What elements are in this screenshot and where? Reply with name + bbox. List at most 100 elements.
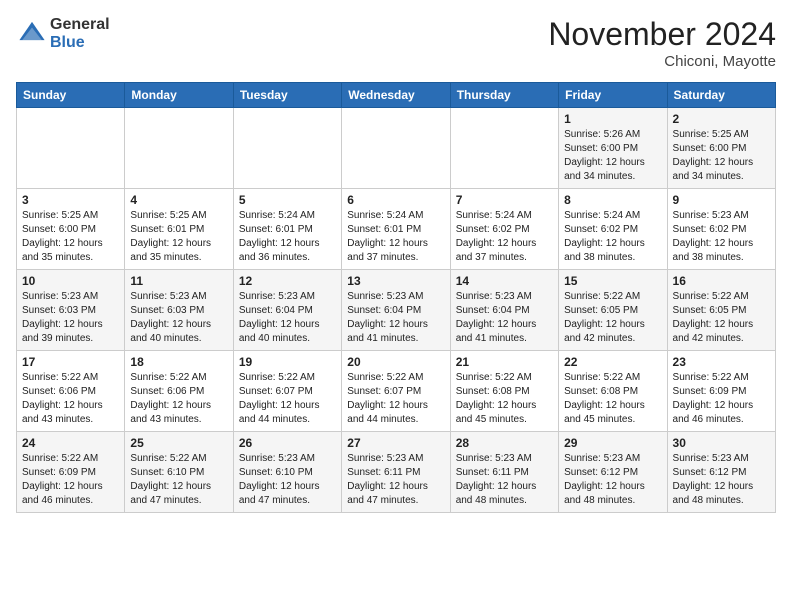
day-number: 21 (456, 355, 553, 369)
day-info: Sunrise: 5:22 AM Sunset: 6:09 PM Dayligh… (673, 371, 770, 427)
calendar-cell: 14 Sunrise: 5:23 AM Sunset: 6:04 PM Dayli… (450, 270, 558, 351)
day-info: Sunrise: 5:23 AM Sunset: 6:02 PM Dayligh… (673, 209, 770, 265)
calendar-cell: 15 Sunrise: 5:22 AM Sunset: 6:05 PM Dayli… (559, 270, 667, 351)
day-number: 8 (564, 193, 661, 207)
day-number: 11 (130, 274, 227, 288)
calendar-cell: 26 Sunrise: 5:23 AM Sunset: 6:10 PM Dayli… (233, 432, 341, 513)
calendar-cell: 24 Sunrise: 5:22 AM Sunset: 6:09 PM Dayli… (17, 432, 125, 513)
weekday-header-friday: Friday (559, 83, 667, 108)
logo-icon (18, 17, 46, 45)
calendar-cell (233, 108, 341, 189)
calendar-cell: 9 Sunrise: 5:23 AM Sunset: 6:02 PM Daylig… (667, 189, 775, 270)
day-info: Sunrise: 5:23 AM Sunset: 6:04 PM Dayligh… (456, 290, 553, 346)
calendar-cell: 28Sunrise: 5:23 AM Sunset: 6:11 PM Dayli… (450, 432, 558, 513)
day-number: 15 (564, 274, 661, 288)
day-number: 24 (22, 436, 119, 450)
calendar-cell: 18Sunrise: 5:22 AM Sunset: 6:06 PM Dayli… (125, 351, 233, 432)
calendar-cell (125, 108, 233, 189)
calendar-cell: 25Sunrise: 5:22 AM Sunset: 6:10 PM Dayli… (125, 432, 233, 513)
day-number: 2 (673, 112, 770, 126)
day-info: Sunrise: 5:23 AM Sunset: 6:03 PM Dayligh… (22, 290, 119, 346)
weekday-header-thursday: Thursday (450, 83, 558, 108)
calendar-cell: 10 Sunrise: 5:23 AM Sunset: 6:03 PM Dayli… (17, 270, 125, 351)
calendar-cell: 19 Sunrise: 5:22 AM Sunset: 6:07 PM Dayli… (233, 351, 341, 432)
day-info: Sunrise: 5:22 AM Sunset: 6:07 PM Dayligh… (239, 371, 336, 427)
calendar-cell: 29 Sunrise: 5:23 AM Sunset: 6:12 PM Dayli… (559, 432, 667, 513)
calendar-cell (342, 108, 450, 189)
location-subtitle: Chiconi, Mayotte (548, 53, 776, 70)
day-info: Sunrise: 5:23 AM Sunset: 6:12 PM Dayligh… (673, 452, 770, 508)
day-number: 9 (673, 193, 770, 207)
day-info: Sunrise: 5:23 AM Sunset: 6:04 PM Dayligh… (347, 290, 444, 346)
day-info: Sunrise: 5:22 AM Sunset: 6:08 PM Dayligh… (564, 371, 661, 427)
day-number: 29 (564, 436, 661, 450)
calendar-cell: 27Sunrise: 5:23 AM Sunset: 6:11 PM Dayli… (342, 432, 450, 513)
calendar-cell: 16 Sunrise: 5:22 AM Sunset: 6:05 PM Dayli… (667, 270, 775, 351)
day-info: Sunrise: 5:22 AM Sunset: 6:08 PM Dayligh… (456, 371, 553, 427)
day-info: Sunrise: 5:26 AM Sunset: 6:00 PM Dayligh… (564, 128, 661, 184)
day-number: 16 (673, 274, 770, 288)
calendar-cell: 13 Sunrise: 5:23 AM Sunset: 6:04 PM Dayli… (342, 270, 450, 351)
calendar-week-row: 1Sunrise: 5:26 AM Sunset: 6:00 PM Daylig… (17, 108, 776, 189)
day-info: Sunrise: 5:22 AM Sunset: 6:05 PM Dayligh… (564, 290, 661, 346)
day-info: Sunrise: 5:24 AM Sunset: 6:02 PM Dayligh… (564, 209, 661, 265)
calendar-week-row: 17Sunrise: 5:22 AM Sunset: 6:06 PM Dayli… (17, 351, 776, 432)
day-info: Sunrise: 5:23 AM Sunset: 6:10 PM Dayligh… (239, 452, 336, 508)
day-number: 14 (456, 274, 553, 288)
day-info: Sunrise: 5:22 AM Sunset: 6:06 PM Dayligh… (22, 371, 119, 427)
day-info: Sunrise: 5:24 AM Sunset: 6:01 PM Dayligh… (239, 209, 336, 265)
weekday-header-saturday: Saturday (667, 83, 775, 108)
calendar-cell: 3 Sunrise: 5:25 AM Sunset: 6:00 PM Daylig… (17, 189, 125, 270)
day-number: 10 (22, 274, 119, 288)
weekday-header-sunday: Sunday (17, 83, 125, 108)
logo-blue: Blue (50, 34, 85, 51)
weekday-header-tuesday: Tuesday (233, 83, 341, 108)
day-number: 18 (130, 355, 227, 369)
day-info: Sunrise: 5:22 AM Sunset: 6:05 PM Dayligh… (673, 290, 770, 346)
day-info: Sunrise: 5:22 AM Sunset: 6:07 PM Dayligh… (347, 371, 444, 427)
day-number: 4 (130, 193, 227, 207)
day-number: 19 (239, 355, 336, 369)
calendar-cell (17, 108, 125, 189)
day-number: 13 (347, 274, 444, 288)
day-number: 26 (239, 436, 336, 450)
calendar-cell: 8 Sunrise: 5:24 AM Sunset: 6:02 PM Daylig… (559, 189, 667, 270)
calendar-cell: 30 Sunrise: 5:23 AM Sunset: 6:12 PM Dayli… (667, 432, 775, 513)
calendar-page: General Blue November 2024 Chiconi, Mayo… (0, 0, 792, 525)
day-number: 22 (564, 355, 661, 369)
calendar-cell (450, 108, 558, 189)
day-number: 7 (456, 193, 553, 207)
calendar-cell: 23 Sunrise: 5:22 AM Sunset: 6:09 PM Dayli… (667, 351, 775, 432)
calendar-cell: 1Sunrise: 5:26 AM Sunset: 6:00 PM Daylig… (559, 108, 667, 189)
weekday-header-monday: Monday (125, 83, 233, 108)
calendar-cell: 20 Sunrise: 5:22 AM Sunset: 6:07 PM Dayli… (342, 351, 450, 432)
day-info: Sunrise: 5:25 AM Sunset: 6:00 PM Dayligh… (22, 209, 119, 265)
logo: General Blue (16, 16, 110, 51)
day-number: 3 (22, 193, 119, 207)
day-info: Sunrise: 5:25 AM Sunset: 6:00 PM Dayligh… (673, 128, 770, 184)
calendar-cell: 6 Sunrise: 5:24 AM Sunset: 6:01 PM Daylig… (342, 189, 450, 270)
day-number: 20 (347, 355, 444, 369)
day-info: Sunrise: 5:23 AM Sunset: 6:04 PM Dayligh… (239, 290, 336, 346)
day-number: 30 (673, 436, 770, 450)
day-info: Sunrise: 5:23 AM Sunset: 6:12 PM Dayligh… (564, 452, 661, 508)
calendar-week-row: 24 Sunrise: 5:22 AM Sunset: 6:09 PM Dayli… (17, 432, 776, 513)
day-info: Sunrise: 5:24 AM Sunset: 6:01 PM Dayligh… (347, 209, 444, 265)
day-number: 12 (239, 274, 336, 288)
day-number: 23 (673, 355, 770, 369)
weekday-header-wednesday: Wednesday (342, 83, 450, 108)
day-info: Sunrise: 5:22 AM Sunset: 6:09 PM Dayligh… (22, 452, 119, 508)
month-title: November 2024 (548, 16, 776, 53)
day-info: Sunrise: 5:23 AM Sunset: 6:03 PM Dayligh… (130, 290, 227, 346)
calendar-table: SundayMondayTuesdayWednesdayThursdayFrid… (16, 82, 776, 513)
day-number: 6 (347, 193, 444, 207)
day-number: 5 (239, 193, 336, 207)
day-info: Sunrise: 5:23 AM Sunset: 6:11 PM Dayligh… (347, 452, 444, 508)
calendar-cell: 22 Sunrise: 5:22 AM Sunset: 6:08 PM Dayli… (559, 351, 667, 432)
calendar-cell: 7Sunrise: 5:24 AM Sunset: 6:02 PM Daylig… (450, 189, 558, 270)
day-info: Sunrise: 5:23 AM Sunset: 6:11 PM Dayligh… (456, 452, 553, 508)
calendar-cell: 11 Sunrise: 5:23 AM Sunset: 6:03 PM Dayli… (125, 270, 233, 351)
calendar-cell: 4Sunrise: 5:25 AM Sunset: 6:01 PM Daylig… (125, 189, 233, 270)
day-number: 25 (130, 436, 227, 450)
calendar-week-row: 3 Sunrise: 5:25 AM Sunset: 6:00 PM Daylig… (17, 189, 776, 270)
